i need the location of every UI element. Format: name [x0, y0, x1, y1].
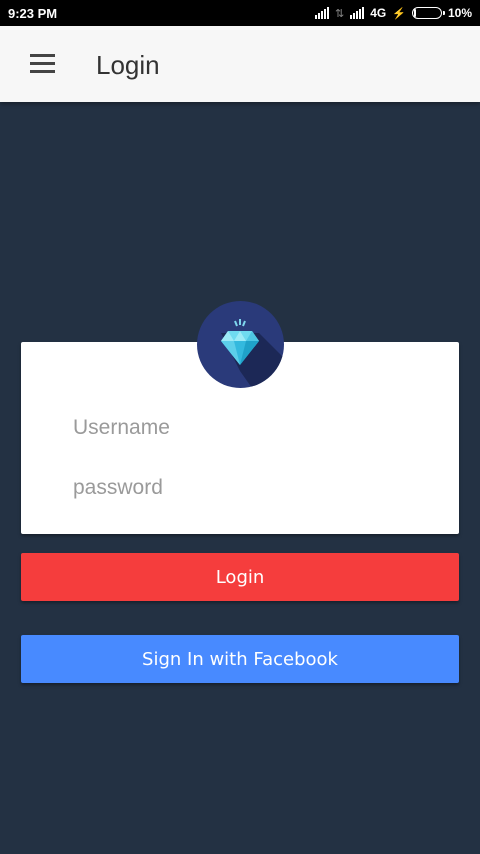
battery-nub [442, 11, 445, 15]
battery-icon [411, 7, 445, 19]
password-input[interactable] [73, 470, 413, 506]
app-bar: Login [0, 26, 480, 102]
hamburger-menu-icon[interactable] [30, 54, 55, 74]
battery-percent: 10% [447, 6, 472, 20]
username-input[interactable] [73, 410, 413, 446]
data-transfer-icon: ⇅ [335, 7, 345, 20]
signal-strength-2-icon [350, 7, 365, 19]
network-type: 4G [370, 6, 387, 20]
status-time: 9:23 PM [8, 6, 58, 21]
facebook-sign-in-button[interactable]: Sign In with Facebook [21, 635, 459, 683]
diamond-icon [221, 319, 284, 388]
charging-bolt-icon: ⚡ [392, 7, 406, 20]
page-title: Login [96, 50, 160, 80]
signal-strength-icon [315, 7, 330, 19]
battery-fill [413, 9, 416, 17]
login-button[interactable]: Login [21, 553, 459, 601]
avatar [197, 301, 284, 388]
status-icons: ⇅ 4G ⚡ 10% [315, 4, 472, 22]
status-bar: 9:23 PM ⇅ 4G ⚡ 10% [0, 0, 480, 26]
